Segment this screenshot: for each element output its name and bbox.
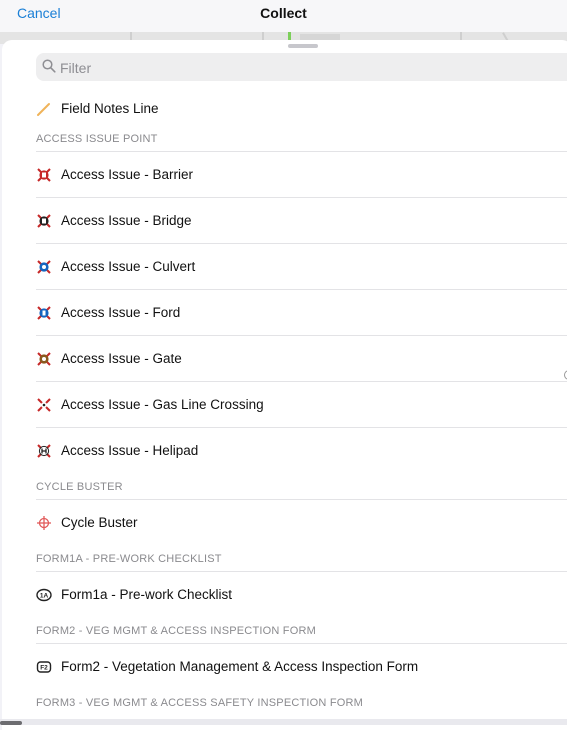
list-item-label: Access Issue - Bridge xyxy=(61,213,192,228)
section-header-form2: FORM2 - VEG MGMT & ACCESS INSPECTION FOR… xyxy=(36,618,567,644)
list-item-access-issue-bridge[interactable]: Access Issue - Bridge xyxy=(36,197,567,244)
helipad-icon xyxy=(37,444,51,458)
section-header-form1a: FORM1A - PRE-WORK CHECKLIST xyxy=(36,546,567,572)
list-item-form1a[interactable]: 1A Form1a - Pre-work Checklist xyxy=(36,571,567,618)
section-header-form3: FORM3 - VEG MGMT & ACCESS SAFETY INSPECT… xyxy=(36,690,567,716)
form-2-icon: F2 xyxy=(36,661,52,673)
section-label: FORM2 - VEG MGMT & ACCESS INSPECTION FOR… xyxy=(36,625,316,637)
gate-icon xyxy=(37,352,51,366)
svg-text:1A: 1A xyxy=(40,593,49,600)
section-label: FORM3 - VEG MGMT & ACCESS SAFETY INSPECT… xyxy=(36,697,364,709)
list-item-access-issue-culvert[interactable]: Access Issue - Culvert xyxy=(36,243,567,290)
bottom-bar xyxy=(0,719,567,725)
list-item-label: Form2 - Vegetation Management & Access I… xyxy=(61,659,419,674)
list-item-label: Access Issue - Helipad xyxy=(61,443,199,458)
filter-field[interactable]: Filter xyxy=(36,53,567,81)
bottom-knob[interactable] xyxy=(0,721,22,725)
line-icon xyxy=(37,103,50,116)
list-item-label: Access Issue - Ford xyxy=(61,305,181,320)
bridge-icon xyxy=(37,214,51,228)
filter-placeholder: Filter xyxy=(60,60,92,76)
form-1a-icon: 1A xyxy=(36,588,52,602)
section-label: FORM1A - PRE-WORK CHECKLIST xyxy=(36,553,222,565)
culvert-icon xyxy=(37,260,51,274)
list-item-access-issue-helipad[interactable]: Access Issue - Helipad xyxy=(36,427,567,474)
sheet-grabber[interactable] xyxy=(288,44,318,48)
crosshair-icon xyxy=(37,516,51,530)
barrier-icon xyxy=(37,168,51,182)
ford-icon xyxy=(37,306,51,320)
section-header-access-issue-point: ACCESS ISSUE POINT xyxy=(36,126,567,152)
section-header-cycle-buster: CYCLE BUSTER xyxy=(36,474,567,500)
list-item-label: Access Issue - Culvert xyxy=(61,259,196,274)
gas-line-icon xyxy=(37,398,51,412)
section-label: ACCESS ISSUE POINT xyxy=(36,133,158,145)
page-title: Collect xyxy=(260,5,307,21)
list-item-label: Field Notes Line xyxy=(61,101,159,116)
search-icon xyxy=(42,59,56,73)
list-item-label: Cycle Buster xyxy=(61,515,138,530)
list-item-label: Access Issue - Gate xyxy=(61,351,182,366)
list-item-cycle-buster[interactable]: Cycle Buster xyxy=(36,499,567,546)
section-label: CYCLE BUSTER xyxy=(36,481,123,493)
list-item-access-issue-gate[interactable]: Access Issue - Gate xyxy=(36,335,567,382)
list-item-access-issue-ford[interactable]: Access Issue - Ford xyxy=(36,289,567,336)
list-item-label: Form1a - Pre-work Checklist xyxy=(61,587,233,602)
list-item-label: Access Issue - Barrier xyxy=(61,167,194,182)
list-item-access-issue-barrier[interactable]: Access Issue - Barrier xyxy=(36,151,567,198)
nav-bar: Cancel Collect xyxy=(0,0,567,32)
svg-text:F2: F2 xyxy=(40,665,48,672)
list-item-label: Access Issue - Gas Line Crossing xyxy=(61,397,264,412)
collect-sheet: Filter Field Notes Line ACCESS ISSUE POI… xyxy=(2,40,567,730)
list-item-access-issue-gas-line-crossing[interactable]: Access Issue - Gas Line Crossing xyxy=(36,381,567,428)
list-item-form2[interactable]: F2 Form2 - Vegetation Management & Acces… xyxy=(36,643,567,690)
